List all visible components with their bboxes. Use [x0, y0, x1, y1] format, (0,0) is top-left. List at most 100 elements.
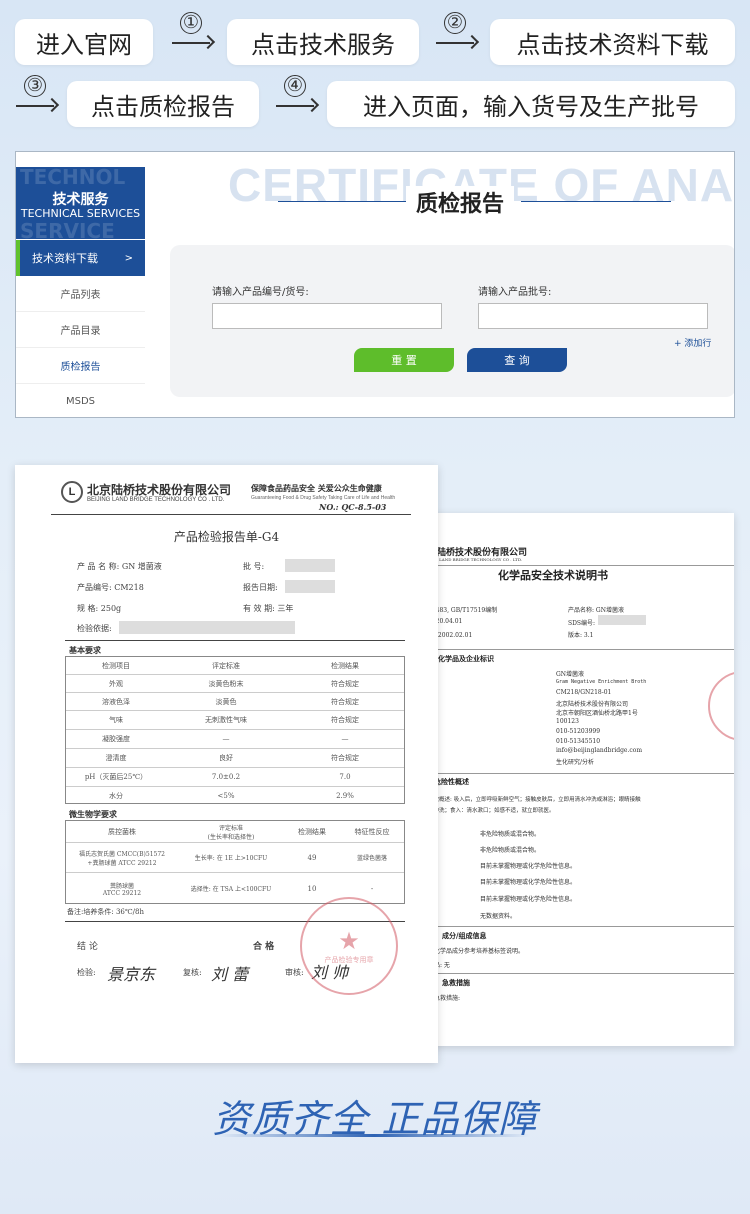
msds-line: SDS编号:: [568, 620, 596, 627]
coa-field: 规 格: 250g: [77, 604, 122, 613]
table-cell: 粪肠球菌 ATCC 29212: [102, 882, 142, 897]
divider: [408, 973, 734, 974]
msds-line: info@beijinglandbridge.com: [556, 747, 643, 754]
table-cell: 符合规定: [331, 716, 359, 724]
step-number: ④: [284, 75, 306, 97]
conclusion-value: 合 格: [253, 942, 275, 952]
sidebar-header: TECHNOL SERVICE 技术服务 TECHNICAL SERVICES: [16, 165, 145, 243]
section-heading: 化学品及企业标识: [438, 654, 494, 663]
table-cell: 福氏志贺氏菌 CMCC(B)51572 +粪肠球菌 ATCC 29212: [78, 850, 165, 867]
table-header: 检测项目 评定标准 检测结果: [66, 657, 404, 675]
query-label: 查 询: [504, 354, 530, 367]
arrow-icon: ④: [276, 75, 320, 119]
table-cell: 外观: [109, 679, 123, 688]
table-cell: 49: [307, 853, 317, 862]
redacted: [598, 615, 646, 625]
msds-line: 100123: [556, 718, 579, 725]
step-number: ③: [24, 75, 46, 97]
step-click-download: 点击技术资料下载: [490, 19, 735, 65]
divider: [408, 926, 734, 927]
msds-line: 无数据资料。: [480, 913, 517, 920]
coa-company: 北京陆桥技术股份有限公司: [87, 483, 232, 497]
signature-reviewer: 刘 蕾: [211, 965, 249, 984]
coa-field: 产 品 名 称: GN 增菌液: [77, 562, 162, 571]
redacted: [285, 580, 335, 593]
table-cell: 特征性反应: [354, 827, 390, 836]
table-row: 水分 <5% 2.9%: [66, 787, 404, 804]
table-cell: 评定标准 (生长率和选择性): [207, 824, 255, 841]
msds-line: 化学品成分参考培养基标签说明。: [434, 948, 525, 955]
table-row: 溶液色泽 淡黄色 符合规定: [66, 693, 404, 711]
table-cell: 7.0±0.2: [211, 773, 241, 781]
sidebar-item-tech-download[interactable]: 技术资料下载 >: [16, 240, 145, 276]
table-cell: 符合规定: [331, 697, 359, 706]
step-number: ②: [444, 12, 466, 34]
table-cell: 气味: [109, 716, 123, 724]
sidebar-item-label: 质检报告: [60, 362, 101, 373]
table-cell: 蓝绿色菌落: [356, 855, 387, 862]
sidebar-subtitle: TECHNICAL SERVICES: [20, 207, 141, 220]
sidebar-title: 技术服务: [52, 192, 109, 208]
sidebar-item-label: MSDS: [65, 396, 96, 407]
table-cell: 溶液色泽: [102, 697, 130, 706]
msds-line: 非危险物质或混合物。: [480, 831, 541, 838]
reset-button[interactable]: 重 置: [354, 348, 454, 372]
step-label: 点击技术资料下载: [516, 30, 709, 59]
coa-field: 检验依据:: [77, 624, 112, 633]
msds-line: 急救概述: 吸入后，立即呼吸新鲜空气；接触皮肤后，立即用清水冲洗或淋浴；眼睛接触: [428, 797, 641, 803]
msds-line: CM218/GN218-01: [556, 689, 612, 696]
divider: [65, 640, 405, 641]
sidebar-item-product-catalog[interactable]: 产品目录: [16, 312, 145, 348]
table-cell: 7.0: [339, 773, 351, 781]
msds-line: 010-51203999: [556, 728, 601, 735]
step-enter-page-input: 进入页面，输入货号及生产批号: [327, 81, 735, 127]
coa-field: 有 效 期: 三年: [243, 604, 294, 613]
msds-line: 目前未掌握物理或化学危险性信息。: [480, 863, 577, 870]
add-row-link[interactable]: + 添加行: [674, 336, 711, 349]
table-cell: 选择性: 在 TSA 上<100CFU: [190, 886, 272, 893]
reset-label: 重 置: [391, 354, 417, 367]
coa-field: 批 号:: [243, 562, 265, 571]
coa-field: 报告日期:: [243, 583, 278, 592]
table-row: 气味 无刺激性气味 符合规定: [66, 711, 404, 730]
divider: [278, 201, 408, 202]
table-cell: 质控菌株: [108, 827, 136, 836]
query-button[interactable]: 查 询: [467, 348, 567, 372]
chevron-right-icon: >: [124, 252, 133, 264]
coa-field: 产品编号: CM218: [77, 583, 144, 592]
msds-line: GN增菌液: [556, 671, 585, 678]
approver-label: 审核:: [285, 968, 304, 977]
divider: [521, 201, 671, 202]
table-cell: 凝胶强度: [102, 735, 130, 743]
footer-underline: [218, 1134, 530, 1137]
table-row: 凝胶强度 — —: [66, 730, 404, 749]
step-number: ①: [180, 12, 202, 34]
table-cell: <5%: [217, 791, 235, 800]
msds-line: 目前未掌握物理或化学危险性信息。: [480, 879, 577, 886]
coa-document: L 北京陆桥技术股份有限公司 BEIJING LAND BRIDGE TECHN…: [15, 465, 438, 1063]
conclusion-label: 结 论: [77, 942, 98, 952]
table-cell: 澄清度: [105, 754, 127, 762]
stamp-icon: ✦: [708, 671, 734, 741]
table-header: 质控菌株 评定标准 (生长率和选择性) 检测结果 特征性反应: [66, 821, 404, 843]
msds-company-en: JING LAND BRIDGE TECHNOLOGY CO . LTD.: [428, 557, 523, 562]
table-cell: 良好: [219, 754, 233, 762]
sidebar-item-msds[interactable]: MSDS: [16, 384, 145, 417]
msds-line: 产品名称: GN增菌液: [568, 607, 624, 614]
msds-line: 版本: 3.1: [568, 632, 594, 639]
section-heading: 微生物学要求: [69, 809, 117, 819]
batch-input[interactable]: [478, 303, 708, 329]
coa-slogan-en: Guaranteeing Food & Drug Safety Taking C…: [251, 495, 396, 501]
table-cell: 淡黄色: [215, 697, 237, 706]
msds-document: 京陆桥技术股份有限公司 JING LAND BRIDGE TECHNOLOGY …: [408, 513, 734, 1046]
table-cell: 淡黄色粉末: [208, 679, 244, 688]
table-row: 外观 淡黄色粉末 符合规定: [66, 675, 404, 693]
sidebar-item-qc-report[interactable]: 质检报告: [16, 348, 145, 384]
product-code-input[interactable]: [212, 303, 442, 329]
coa-slogan: 保障食品药品安全 关爱公众生命健康: [251, 483, 382, 493]
section-heading: 急救措施: [442, 978, 470, 987]
website-screenshot: TECHNOL SERVICE 技术服务 TECHNICAL SERVICES …: [15, 151, 735, 418]
sidebar-item-product-list[interactable]: 产品列表: [16, 276, 145, 312]
msds-line: 010-51345510: [556, 738, 601, 745]
table-cell: —: [341, 735, 349, 743]
